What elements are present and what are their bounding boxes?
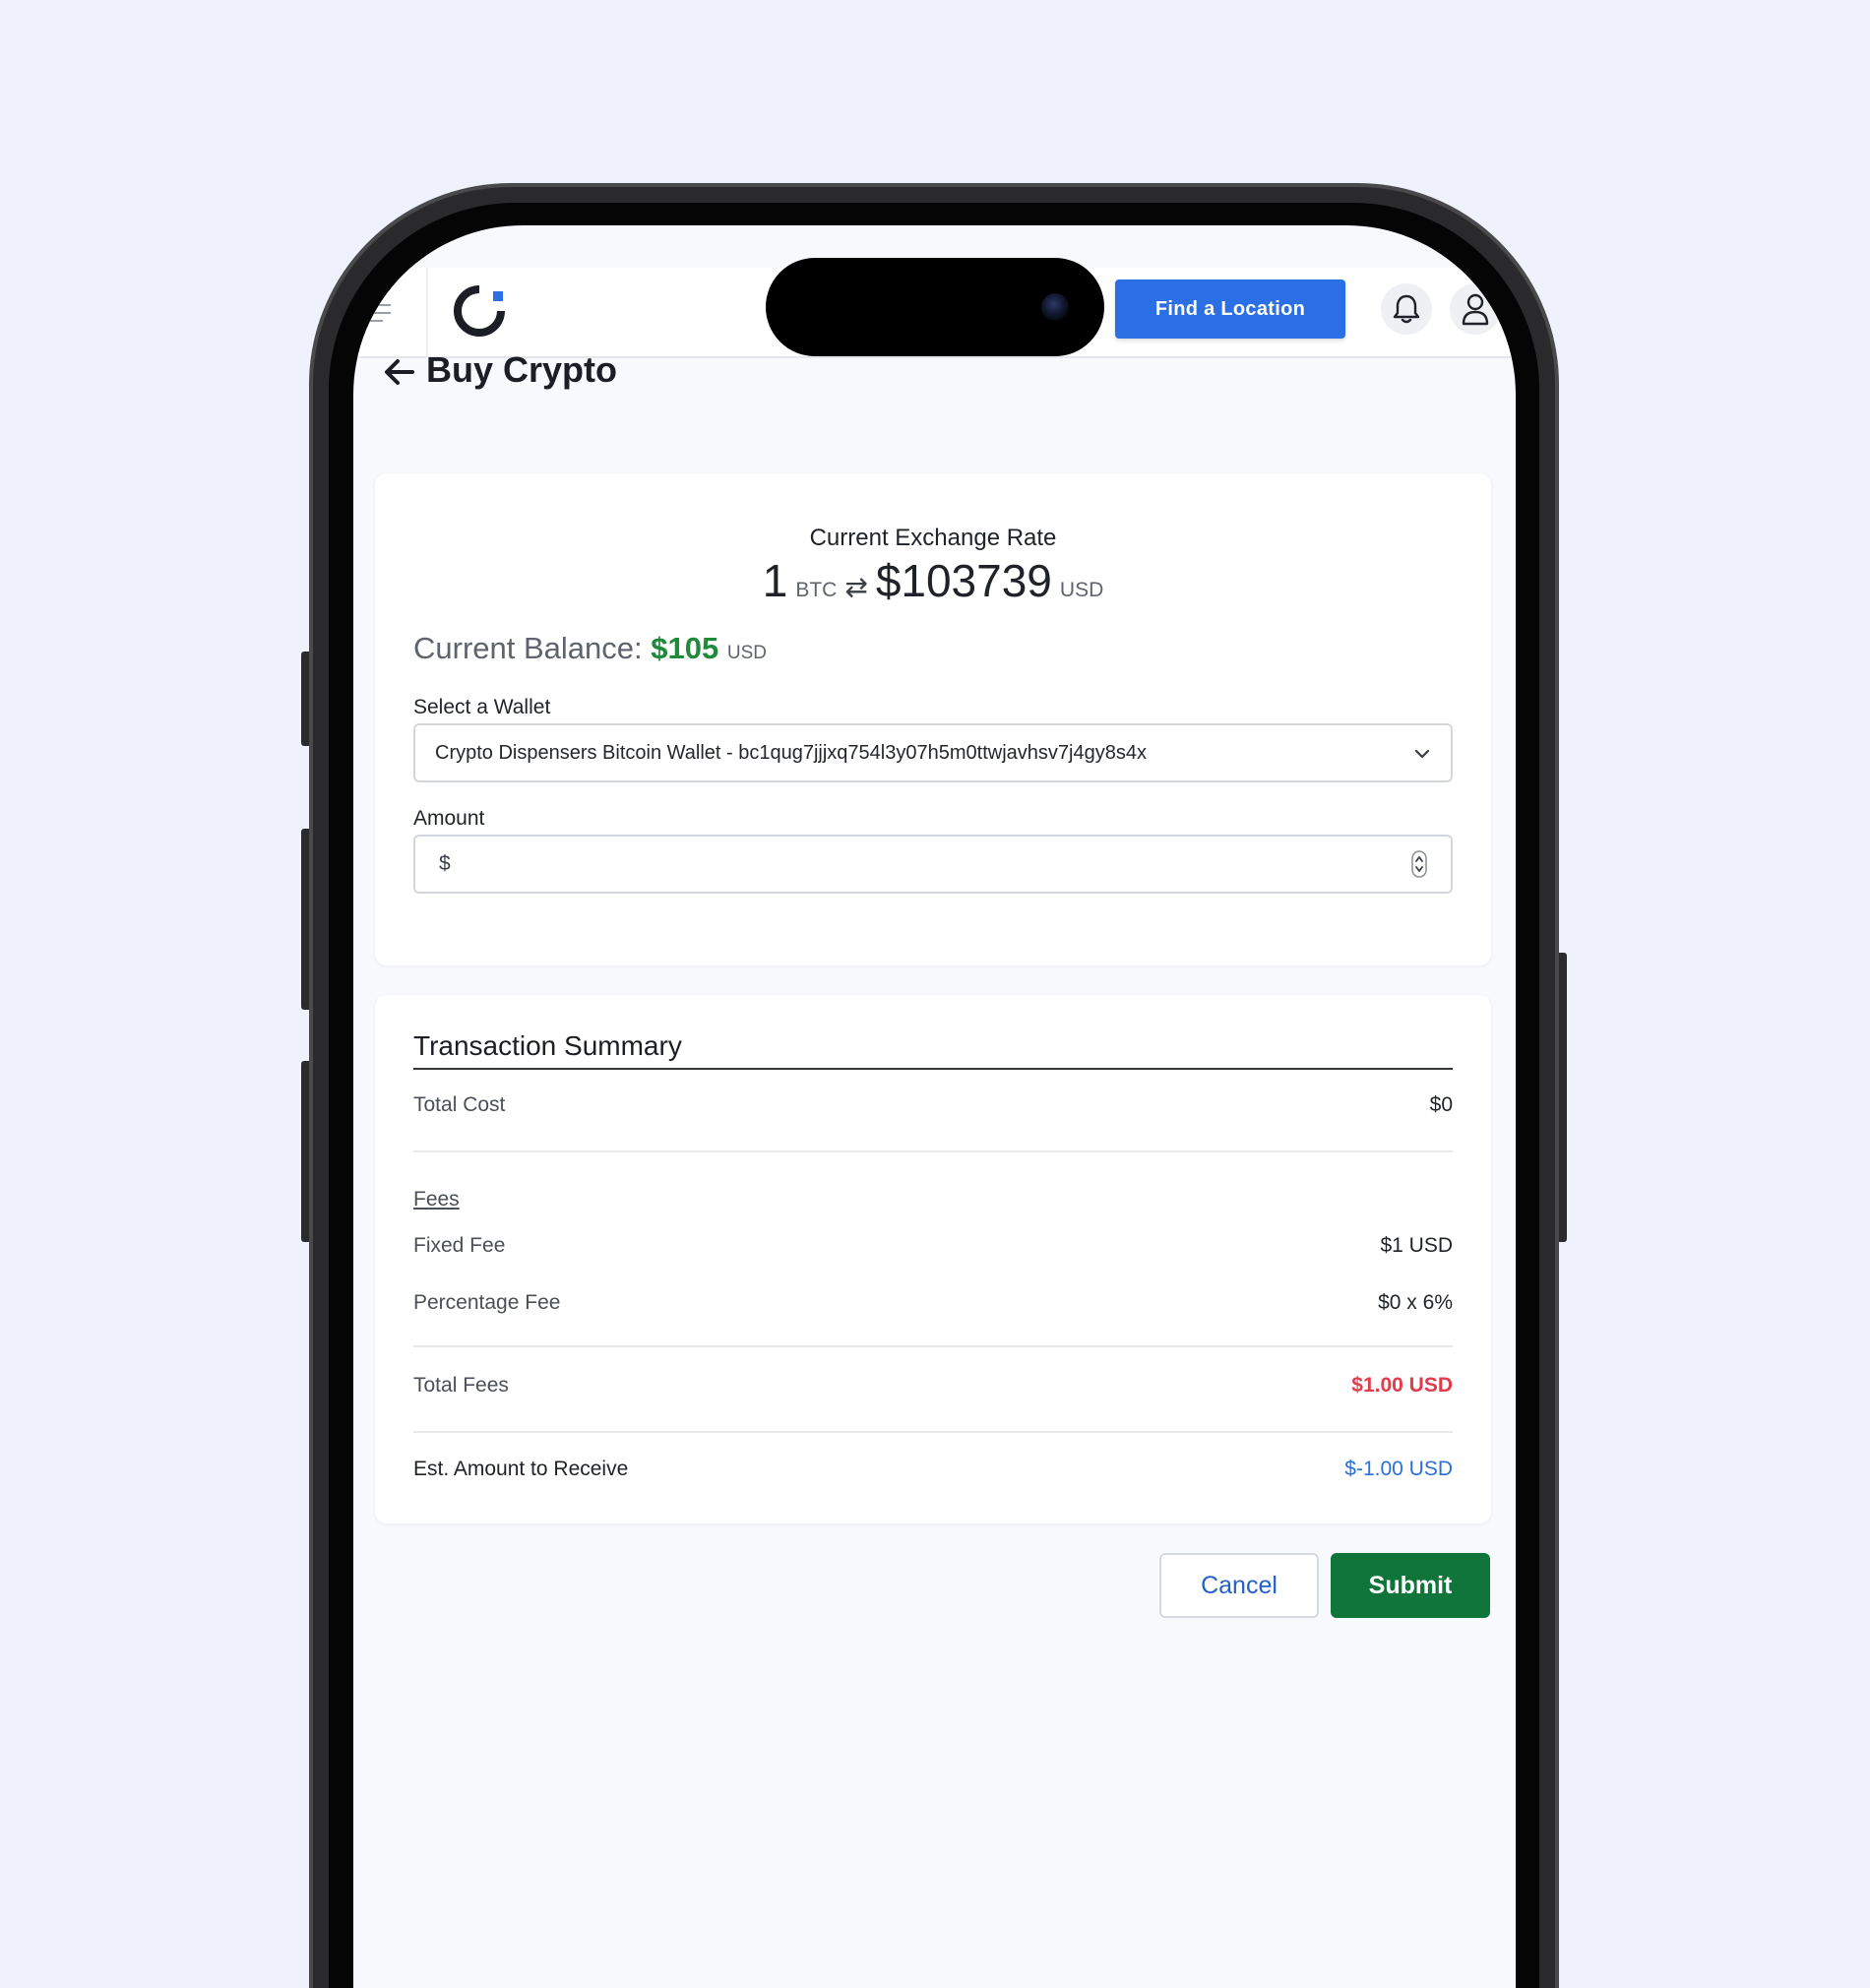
wallet-select[interactable]: Crypto Dispensers Bitcoin Wallet - bc1qu… xyxy=(413,723,1453,782)
btc-amount: 1 xyxy=(762,555,788,606)
total-cost-value: $0 xyxy=(1429,1093,1453,1116)
hamburger-menu-icon[interactable] xyxy=(361,293,401,333)
user-icon xyxy=(1462,293,1489,326)
btc-unit: BTC xyxy=(795,579,838,601)
currency-prefix: $ xyxy=(439,852,451,875)
amount-input[interactable] xyxy=(465,842,1350,886)
summary-divider xyxy=(413,1150,1453,1152)
chevron-down-icon xyxy=(1414,749,1430,759)
total-fees-value: $1.00 USD xyxy=(1351,1374,1453,1397)
balance-unit: USD xyxy=(726,643,767,663)
summary-divider xyxy=(413,1431,1453,1433)
amount-field-wrapper[interactable]: $ xyxy=(413,835,1453,894)
profile-button[interactable] xyxy=(1450,283,1501,335)
balance-amount: $105 xyxy=(651,631,719,665)
summary-divider xyxy=(413,1345,1453,1347)
page-title: Buy Crypto xyxy=(426,349,618,390)
fees-heading: Fees xyxy=(413,1188,460,1211)
total-cost-label: Total Cost xyxy=(413,1093,506,1116)
bell-icon xyxy=(1393,294,1420,324)
percentage-fee-value: $0 x 6% xyxy=(1378,1291,1453,1314)
app-screen: Find a Location Buy Crypto Current Excha… xyxy=(353,225,1516,1988)
balance-label: Current Balance: xyxy=(413,631,643,665)
brand-logo-icon[interactable] xyxy=(450,281,509,341)
current-balance: Current Balance: $105 USD xyxy=(413,631,767,666)
submit-button[interactable]: Submit xyxy=(1331,1553,1490,1618)
fixed-fee-value: $1 USD xyxy=(1380,1234,1453,1257)
front-camera xyxy=(1041,293,1069,321)
cancel-button[interactable]: Cancel xyxy=(1159,1553,1319,1618)
wallet-label: Select a Wallet xyxy=(413,696,551,718)
usd-amount: $103739 xyxy=(875,555,1052,606)
amount-label: Amount xyxy=(413,807,485,830)
exchange-rate-label: Current Exchange Rate xyxy=(809,525,1057,551)
arrow-left-icon[interactable] xyxy=(383,355,416,389)
number-spinner-icon[interactable] xyxy=(1411,850,1427,878)
wallet-selected-value: Crypto Dispensers Bitcoin Wallet - bc1qu… xyxy=(435,741,1147,764)
dynamic-island xyxy=(766,258,1104,356)
exchange-rate-value: 1 BTC ⇄ $103739 USD xyxy=(375,554,1491,607)
transaction-summary-card: Transaction Summary Total Cost $0 Fees F… xyxy=(375,995,1491,1523)
total-fees-label: Total Fees xyxy=(413,1374,509,1397)
topbar-divider xyxy=(426,268,428,358)
fixed-fee-label: Fixed Fee xyxy=(413,1234,506,1257)
purchase-form-card: Current Exchange Rate 1 BTC ⇄ $103739 US… xyxy=(375,473,1491,965)
summary-title-rule xyxy=(413,1068,1453,1070)
summary-title: Transaction Summary xyxy=(413,1030,682,1061)
est-receive-label: Est. Amount to Receive xyxy=(413,1458,629,1480)
percentage-fee-label: Percentage Fee xyxy=(413,1291,561,1314)
notifications-button[interactable] xyxy=(1381,283,1432,335)
find-location-button[interactable]: Find a Location xyxy=(1115,280,1345,339)
usd-unit: USD xyxy=(1059,579,1104,601)
est-receive-value: $-1.00 USD xyxy=(1344,1458,1453,1480)
swap-arrows-icon: ⇄ xyxy=(844,572,868,602)
